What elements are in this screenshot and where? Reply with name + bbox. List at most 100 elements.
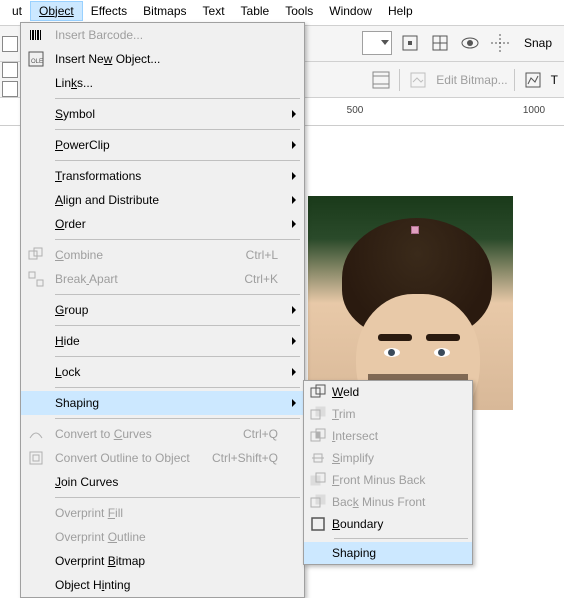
menubar: ut Object Effects Bitmaps Text Table Too… bbox=[0, 1, 564, 20]
menu-bitmaps[interactable]: Bitmaps bbox=[135, 2, 194, 20]
trim-icon bbox=[304, 406, 332, 422]
break-icon bbox=[21, 271, 51, 287]
shaping-menu-item: Simplify bbox=[304, 447, 472, 469]
trace-icon[interactable] bbox=[521, 68, 545, 92]
intersect-icon bbox=[304, 428, 332, 444]
selection-handle[interactable] bbox=[411, 226, 419, 234]
menu-item-label: Combine bbox=[51, 248, 246, 262]
units-combo[interactable] bbox=[362, 31, 392, 55]
object-menu-item[interactable]: OLE Insert New Object... bbox=[21, 47, 304, 71]
submenu-arrow-icon bbox=[292, 172, 296, 180]
object-menu-item[interactable]: PowerClip bbox=[21, 133, 304, 157]
crosshair-icon[interactable] bbox=[488, 31, 512, 55]
trace-label[interactable]: T bbox=[551, 73, 558, 87]
svg-text:OLE: OLE bbox=[31, 59, 43, 65]
eye-icon[interactable] bbox=[458, 31, 482, 55]
object-menu: Insert Barcode... OLE Insert New Object...… bbox=[20, 22, 305, 598]
submenu-arrow-icon bbox=[292, 368, 296, 376]
menu-item-label: Insert New Object... bbox=[51, 52, 304, 66]
menu-separator bbox=[55, 160, 300, 161]
object-menu-item: Break ApartCtrl+K bbox=[21, 267, 304, 291]
object-menu-item: Overprint Outline bbox=[21, 525, 304, 549]
object-menu-item[interactable]: Shaping bbox=[21, 391, 304, 415]
submenu-arrow-icon bbox=[292, 196, 296, 204]
menu-item-label: Align and Distribute bbox=[51, 193, 304, 207]
weld-icon bbox=[304, 384, 332, 400]
menu-item-label: Convert Outline to Object bbox=[51, 451, 212, 465]
menu-layout-truncated[interactable]: ut bbox=[4, 2, 30, 20]
menu-item-label: Shaping bbox=[51, 396, 304, 410]
menu-item-label: Boundary bbox=[332, 517, 472, 531]
submenu-arrow-icon bbox=[292, 141, 296, 149]
menu-item-label: PowerClip bbox=[51, 138, 304, 152]
barcode-icon bbox=[21, 27, 51, 43]
menu-shortcut: Ctrl+K bbox=[244, 272, 304, 286]
object-menu-item[interactable]: Transformations bbox=[21, 164, 304, 188]
edit-bitmap-icon bbox=[406, 68, 430, 92]
snap-label[interactable]: Snap bbox=[518, 36, 558, 50]
menu-help[interactable]: Help bbox=[380, 2, 421, 20]
object-menu-item[interactable]: Join Curves bbox=[21, 470, 304, 494]
object-menu-item[interactable]: Links... bbox=[21, 71, 304, 95]
shaping-menu-item[interactable]: Weld bbox=[304, 381, 472, 403]
menu-item-label: Symbol bbox=[51, 107, 304, 121]
curves-icon bbox=[21, 426, 51, 442]
menu-effects[interactable]: Effects bbox=[83, 2, 135, 20]
menu-tools[interactable]: Tools bbox=[277, 2, 321, 20]
submenu-arrow-icon bbox=[292, 220, 296, 228]
shaping-menu-item[interactable]: Shaping bbox=[304, 542, 472, 564]
object-menu-item: Insert Barcode... bbox=[21, 23, 304, 47]
shaping-submenu: WeldTrimIntersect Simplify Front Minus Bac… bbox=[303, 380, 473, 565]
menu-separator bbox=[55, 129, 300, 130]
shaping-menu-item: Intersect bbox=[304, 425, 472, 447]
menu-object[interactable]: Object bbox=[30, 1, 83, 21]
shaping-menu-item[interactable]: Boundary bbox=[304, 513, 472, 535]
combine-icon bbox=[21, 247, 51, 263]
menu-separator bbox=[55, 98, 300, 99]
menu-item-label: Simplify bbox=[332, 451, 472, 465]
menu-item-label: Convert to Curves bbox=[51, 427, 243, 441]
object-menu-item[interactable]: Order bbox=[21, 212, 304, 236]
object-menu-item[interactable]: Symbol bbox=[21, 102, 304, 126]
shaping-menu-item: Trim bbox=[304, 403, 472, 425]
object-menu-item[interactable]: Object Hinting bbox=[21, 573, 304, 597]
snap-grid-icon[interactable] bbox=[428, 31, 452, 55]
toolbar-icon[interactable] bbox=[2, 81, 18, 97]
object-menu-item[interactable]: Lock bbox=[21, 360, 304, 384]
object-menu-item[interactable]: Overprint Bitmap bbox=[21, 549, 304, 573]
menu-shortcut: Ctrl+Q bbox=[243, 427, 304, 441]
simplify-icon bbox=[304, 450, 332, 466]
menu-window[interactable]: Window bbox=[321, 2, 380, 20]
snap-to-icon[interactable] bbox=[398, 31, 422, 55]
submenu-arrow-icon bbox=[292, 399, 296, 407]
menu-item-label: Join Curves bbox=[51, 475, 304, 489]
menu-item-label: Object Hinting bbox=[51, 578, 304, 592]
edit-bitmap-label: Edit Bitmap... bbox=[436, 73, 507, 87]
menu-item-label: Overprint Outline bbox=[51, 530, 304, 544]
submenu-arrow-icon bbox=[292, 306, 296, 314]
menu-table[interactable]: Table bbox=[233, 2, 278, 20]
ruler-tick-1000: 1000 bbox=[523, 105, 545, 116]
toolbar-right-2: Edit Bitmap... T bbox=[369, 62, 564, 97]
menu-item-label: Back Minus Front bbox=[332, 495, 472, 509]
menu-separator bbox=[55, 294, 300, 295]
toolbar-icon[interactable] bbox=[2, 62, 18, 78]
frame-icon[interactable] bbox=[369, 68, 393, 92]
menu-text[interactable]: Text bbox=[195, 2, 233, 20]
menu-item-label: Overprint Bitmap bbox=[51, 554, 304, 568]
object-menu-item[interactable]: Align and Distribute bbox=[21, 188, 304, 212]
object-menu-item[interactable]: Group bbox=[21, 298, 304, 322]
outline-icon bbox=[21, 450, 51, 466]
ruler-tick-500: 500 bbox=[347, 105, 364, 116]
object-menu-item[interactable]: Hide bbox=[21, 329, 304, 353]
menu-item-label: Insert Barcode... bbox=[51, 28, 304, 42]
menu-item-label: Order bbox=[51, 217, 304, 231]
menu-separator bbox=[55, 418, 300, 419]
menu-item-label: Links... bbox=[51, 76, 304, 90]
ole-icon: OLE bbox=[21, 51, 51, 67]
toolbar-icon[interactable] bbox=[2, 36, 18, 52]
object-menu-item: Convert to CurvesCtrl+Q bbox=[21, 422, 304, 446]
bmf-icon bbox=[304, 494, 332, 510]
menu-separator bbox=[55, 497, 300, 498]
menu-item-label: Front Minus Back bbox=[332, 473, 472, 487]
